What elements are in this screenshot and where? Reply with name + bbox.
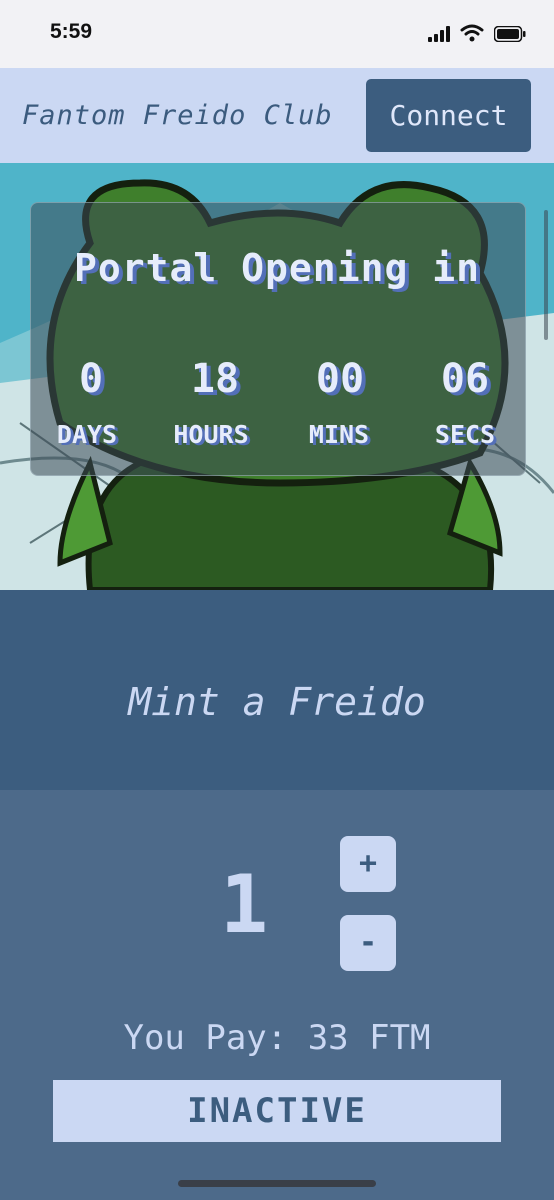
- cellular-signal-icon: [428, 26, 450, 42]
- countdown-title: Portal Opening in: [74, 246, 480, 290]
- countdown-secs-label: SECS: [434, 420, 496, 449]
- decrement-button[interactable]: -: [340, 915, 396, 971]
- countdown-hours-value: 18: [190, 356, 240, 402]
- pay-amount-text: You Pay: 33 FTM: [123, 1018, 431, 1058]
- site-brand[interactable]: Fantom Freido Club: [22, 100, 333, 131]
- countdown-days-value: 0: [78, 356, 104, 402]
- battery-icon: [494, 26, 526, 42]
- countdown-secs-value: 06: [440, 356, 490, 402]
- home-indicator[interactable]: [178, 1180, 376, 1187]
- connect-button[interactable]: Connect: [366, 79, 531, 152]
- mint-action-button[interactable]: INACTIVE: [53, 1080, 501, 1142]
- wifi-icon: [460, 24, 484, 42]
- countdown-mins-value: 00: [315, 356, 365, 402]
- increment-button[interactable]: +: [340, 836, 396, 892]
- countdown-mins-label: MINS: [308, 420, 370, 449]
- mint-title: Mint a Freido: [128, 680, 426, 724]
- countdown-hours-label: HOURS: [173, 420, 249, 449]
- mint-quantity: 1: [220, 858, 269, 951]
- status-time: 5:59: [50, 20, 93, 43]
- countdown-days-label: DAYS: [56, 420, 118, 449]
